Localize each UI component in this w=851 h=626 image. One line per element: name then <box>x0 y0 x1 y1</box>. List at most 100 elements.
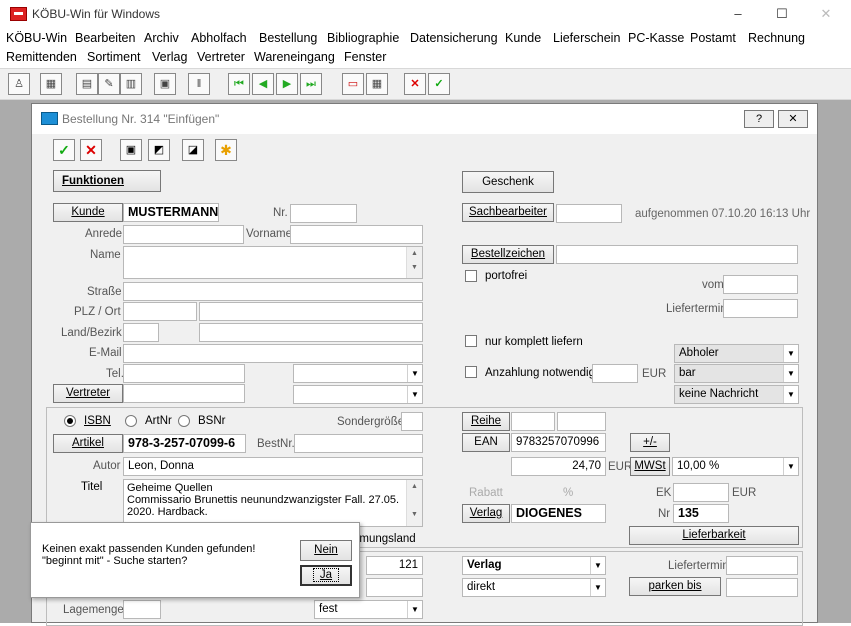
menu-rechnung[interactable]: Rechnung <box>748 31 805 45</box>
close-window-button[interactable]: ✕ <box>806 4 846 24</box>
land-field[interactable] <box>123 323 159 342</box>
menu-pc-kasse[interactable]: PC-Kasse <box>628 31 684 45</box>
abholer-select[interactable]: Abholer ▼ <box>674 344 799 363</box>
fest-select[interactable]: fest ▼ <box>314 600 423 619</box>
next-record-icon[interactable]: ▶ <box>276 73 298 95</box>
artnr-radio[interactable] <box>125 415 137 427</box>
edit-note-icon[interactable]: ◪ <box>182 139 204 161</box>
document-icon[interactable]: ▥ <box>120 73 142 95</box>
liefertermin-field[interactable] <box>723 299 798 318</box>
mwst-button[interactable]: MWSt <box>630 457 670 476</box>
menu-postamt[interactable]: Postamt <box>690 31 736 45</box>
nein-button[interactable]: Nein <box>300 540 352 561</box>
reihe-field-2[interactable] <box>557 412 606 431</box>
folder-icon[interactable]: ▤ <box>76 73 98 95</box>
vertreter-select[interactable]: ▼ <box>293 385 423 404</box>
parken-button[interactable]: parken bis <box>629 577 721 596</box>
maximize-button[interactable]: ☐ <box>762 4 802 24</box>
tel-field[interactable] <box>123 364 245 383</box>
zahlart-select[interactable]: bar ▼ <box>674 364 799 383</box>
liefertermin2-field[interactable] <box>726 556 798 575</box>
minimize-button[interactable]: – <box>718 4 758 24</box>
artikel-button[interactable]: Artikel <box>53 434 123 453</box>
name-field[interactable]: ▲ ▼ <box>123 246 423 279</box>
confirm-icon[interactable]: ✓ <box>428 73 450 95</box>
menu-sortiment[interactable]: Sortiment <box>87 50 141 64</box>
sachbearbeiter-button[interactable]: Sachbearbeiter <box>462 203 554 222</box>
save-check-icon[interactable]: ✓ <box>53 139 75 161</box>
first-record-icon[interactable]: ⏮ <box>228 73 250 95</box>
prev-record-icon[interactable]: ◀ <box>252 73 274 95</box>
tel-type-select[interactable]: ▼ <box>293 364 423 383</box>
cancel-x-icon[interactable]: ✕ <box>80 139 102 161</box>
menu-kunde[interactable]: Kunde <box>505 31 541 45</box>
ean-button[interactable]: EAN <box>462 433 510 452</box>
nr-field[interactable] <box>290 204 357 223</box>
anzahlung-field[interactable] <box>592 364 638 383</box>
sondergroesse-field[interactable] <box>401 412 423 431</box>
menu-vertreter[interactable]: Vertreter <box>197 50 245 64</box>
reihe-button[interactable]: Reihe <box>462 412 510 431</box>
anzahlung-checkbox[interactable] <box>465 366 477 378</box>
menu-abholfach[interactable]: Abholfach <box>191 31 247 45</box>
calculator-icon[interactable]: ▦ <box>40 73 62 95</box>
mwst-select[interactable]: 10,00 % ▼ <box>672 457 799 476</box>
isbn-field[interactable]: 978-3-257-07099-6 <box>123 434 246 453</box>
titel-scrollbar[interactable]: ▲ ▼ <box>406 480 422 526</box>
plusminus-button[interactable]: +/- <box>630 433 670 452</box>
strasse-field[interactable] <box>123 282 423 301</box>
menu-archiv[interactable]: Archiv <box>144 31 179 45</box>
star-icon[interactable]: ✱ <box>215 139 237 161</box>
bestellzeichen-button[interactable]: Bestellzeichen <box>462 245 554 264</box>
edit-icon[interactable]: ✎ <box>98 73 120 95</box>
barcode-icon[interactable]: ‖ <box>188 73 210 95</box>
menu-remittenden[interactable]: Remittenden <box>6 50 77 64</box>
portofrei-checkbox[interactable] <box>465 270 477 282</box>
last-record-icon[interactable]: ⏭ <box>300 73 322 95</box>
kunde-button[interactable]: Kunde <box>53 203 123 222</box>
print-icon[interactable]: ▣ <box>154 73 176 95</box>
menu-bearbeiten[interactable]: Bearbeiten <box>75 31 135 45</box>
verlag-button[interactable]: Verlag <box>462 504 510 523</box>
bestellzeichen-field[interactable] <box>556 245 798 264</box>
window-icon[interactable]: ▭ <box>342 73 364 95</box>
copy-icon[interactable]: ▣ <box>120 139 142 161</box>
menu-datensicherung[interactable]: Datensicherung <box>410 31 498 45</box>
titel-field[interactable]: Geheime Quellen Commissario Brunettis ne… <box>123 479 423 527</box>
help-button[interactable]: ? <box>744 110 774 128</box>
ek-field[interactable] <box>673 483 729 502</box>
name-scrollbar[interactable]: ▲ ▼ <box>406 247 422 278</box>
vertreter-field[interactable] <box>123 384 245 403</box>
kunde-field[interactable]: MUSTERMANN <box>123 203 219 222</box>
bezirk-field[interactable] <box>199 323 423 342</box>
isbn-radio[interactable] <box>64 415 76 427</box>
funktionen-button[interactable]: Funktionen <box>53 170 161 192</box>
bsnr-radio[interactable] <box>178 415 190 427</box>
sachbearbeiter-field[interactable] <box>556 204 622 223</box>
lieferbarkeit-button[interactable]: Lieferbarkeit <box>629 526 799 545</box>
quantity2-field[interactable] <box>366 578 423 597</box>
menu-koebuwin[interactable]: KÖBU-Win <box>6 31 67 45</box>
vorname-field[interactable] <box>290 225 423 244</box>
nur-komplett-checkbox[interactable] <box>465 335 477 347</box>
bestnr-field[interactable] <box>294 434 423 453</box>
grid-icon[interactable]: ▦ <box>366 73 388 95</box>
ort-field[interactable] <box>199 302 423 321</box>
verlag-nr-field[interactable]: 135 <box>673 504 729 523</box>
autor-field[interactable]: Leon, Donna <box>123 457 423 476</box>
nachricht-select[interactable]: keine Nachricht ▼ <box>674 385 799 404</box>
menu-wareneingang[interactable]: Wareneingang <box>254 50 335 64</box>
image-icon[interactable]: ◩ <box>148 139 170 161</box>
geschenk-button[interactable]: Geschenk <box>462 171 554 193</box>
verlag-field[interactable]: DIOGENES <box>511 504 606 523</box>
plz-field[interactable] <box>123 302 197 321</box>
direkt-select[interactable]: direkt ▼ <box>462 578 606 597</box>
bezugsweg-select[interactable]: Verlag ▼ <box>462 556 606 575</box>
quantity-field[interactable]: 121 <box>366 556 423 575</box>
cancel-icon[interactable]: ✕ <box>404 73 426 95</box>
menu-verlag[interactable]: Verlag <box>152 50 187 64</box>
menu-lieferschein[interactable]: Lieferschein <box>553 31 620 45</box>
reihe-field-1[interactable] <box>511 412 555 431</box>
ean-field[interactable]: 9783257070996 <box>511 433 606 452</box>
menu-fenster[interactable]: Fenster <box>344 50 386 64</box>
